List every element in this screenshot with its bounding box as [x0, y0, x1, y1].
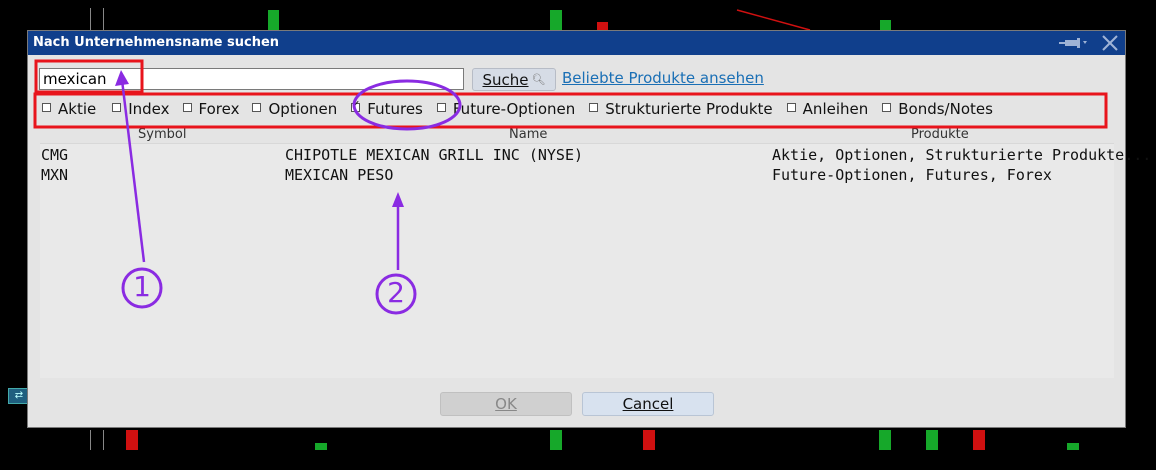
arrow-1-head [115, 70, 129, 86]
marker-2-label: 2 [387, 276, 405, 309]
arrow-2-head [392, 192, 404, 207]
marker-1-label: 1 [133, 270, 151, 303]
arrow-1-shaft [120, 79, 146, 263]
search-highlight-box [34, 59, 144, 94]
filter-highlight-box [33, 92, 1108, 129]
annotation-overlay [33, 59, 1108, 315]
futures-highlight-ellipse [352, 79, 462, 131]
